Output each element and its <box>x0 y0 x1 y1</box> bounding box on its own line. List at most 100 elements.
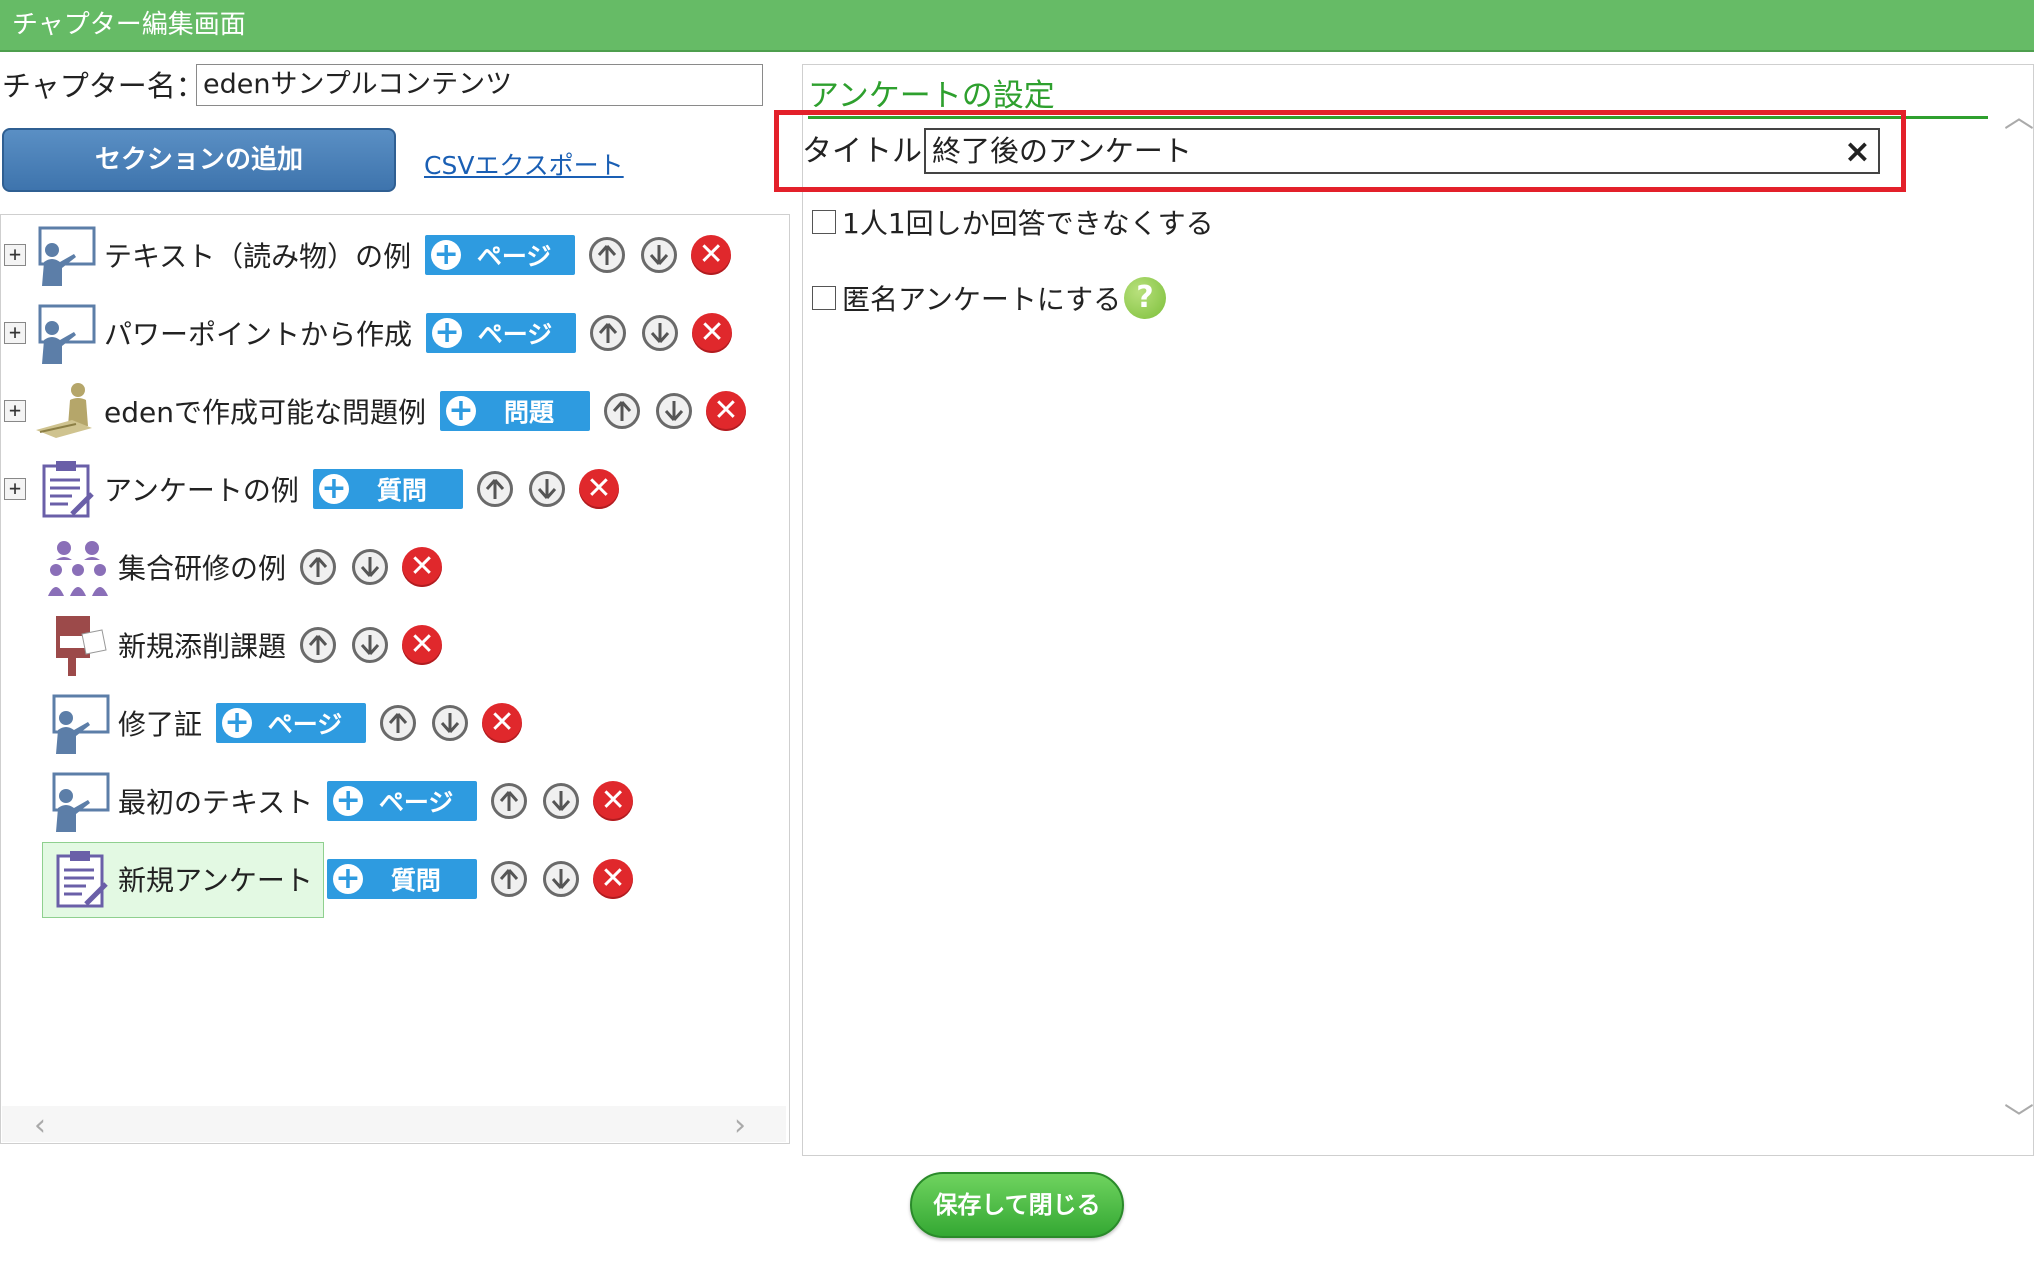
move-down-button[interactable] <box>542 861 579 897</box>
move-up-button[interactable] <box>603 393 640 429</box>
plus-icon: + <box>318 474 349 504</box>
move-down-button[interactable] <box>352 549 389 585</box>
plus-icon: + <box>332 864 363 894</box>
tree-item[interactable]: + アンケートの例 + 質問 ✕ <box>4 458 619 520</box>
arrow-up-icon <box>612 401 632 421</box>
move-down-button[interactable] <box>655 393 692 429</box>
close-icon: ✕ <box>409 627 435 662</box>
add-question-button[interactable]: + 質問 <box>326 859 477 899</box>
presentation-icon <box>52 772 110 832</box>
move-down-button[interactable] <box>352 627 389 663</box>
presentation-icon <box>38 226 96 286</box>
expand-icon[interactable]: + <box>4 400 26 422</box>
delete-button[interactable]: ✕ <box>592 859 633 899</box>
delete-button[interactable]: ✕ <box>593 781 634 821</box>
move-down-button[interactable] <box>641 237 678 273</box>
save-and-close-button[interactable]: 保存して閉じる <box>910 1172 1124 1238</box>
expand-icon[interactable]: + <box>4 478 26 500</box>
anonymous-checkbox[interactable] <box>812 286 836 310</box>
delete-button[interactable]: ✕ <box>578 469 619 509</box>
arrow-up-icon <box>598 323 618 343</box>
window-title-bar: チャプター編集画面 <box>0 0 2034 52</box>
close-icon: ✕ <box>586 471 612 506</box>
tree-item[interactable]: 集合研修の例 ✕ <box>46 536 443 598</box>
tree-item[interactable]: 新規添削課題 ✕ <box>46 614 443 676</box>
survey-title-input[interactable]: 終了後のアンケート <box>924 128 1880 174</box>
chapter-name-label: チャプター名： <box>2 69 205 103</box>
add-page-button[interactable]: + ページ <box>425 235 576 275</box>
delete-button[interactable]: ✕ <box>402 547 443 587</box>
title-label: タイトル: <box>802 134 933 169</box>
arrow-down-icon <box>650 245 669 265</box>
csv-export-link[interactable]: CSVエクスポート <box>424 146 624 182</box>
tree-item-label: パワーポイントから作成 <box>104 318 413 351</box>
delete-button[interactable]: ✕ <box>691 235 732 275</box>
delete-button[interactable]: ✕ <box>692 313 733 353</box>
arrow-down-icon <box>360 635 380 655</box>
close-icon: ✕ <box>713 393 739 428</box>
move-up-button[interactable] <box>300 627 337 663</box>
tree-item-selected[interactable]: 新規アンケート + 質問 ✕ <box>46 848 633 910</box>
arrow-up-icon <box>485 479 505 499</box>
tree-item[interactable]: + edenで作成可能な問題例 + 問題 ✕ <box>4 380 746 442</box>
delete-button[interactable]: ✕ <box>482 703 523 743</box>
horizontal-scrollbar[interactable] <box>2 1106 786 1142</box>
tree-item[interactable]: 最初のテキスト + ページ ✕ <box>46 770 634 832</box>
group-training-icon <box>48 541 108 596</box>
close-icon: ✕ <box>600 861 626 896</box>
move-up-button[interactable] <box>490 861 527 897</box>
scroll-left-icon[interactable]: ‹ <box>34 1108 46 1143</box>
scroll-right-icon[interactable]: › <box>734 1108 746 1143</box>
tree-item-label: 最初のテキスト <box>118 786 314 819</box>
move-up-button[interactable] <box>380 705 417 741</box>
arrow-up-icon <box>308 635 328 655</box>
move-down-button[interactable] <box>543 783 580 819</box>
scroll-down-icon[interactable]: ﹀ <box>2004 1094 2034 1138</box>
test-taker-icon <box>36 383 92 438</box>
add-page-button[interactable]: + ページ <box>327 781 478 821</box>
add-section-button[interactable]: セクションの追加 <box>2 128 396 192</box>
delete-button[interactable]: ✕ <box>705 391 746 431</box>
add-page-button[interactable]: + ページ <box>216 703 367 743</box>
scroll-up-icon[interactable]: ︿ <box>2004 92 2034 136</box>
arrow-up-icon <box>598 245 617 265</box>
add-question-button[interactable]: + 質問 <box>312 469 463 509</box>
window-title: チャプター編集画面 <box>12 10 246 40</box>
close-icon: ✕ <box>698 237 724 272</box>
expand-icon[interactable]: + <box>4 322 26 344</box>
arrow-down-icon <box>552 791 571 811</box>
chapter-name-input[interactable]: edenサンプルコンテンツ <box>196 64 763 106</box>
move-up-button[interactable] <box>590 315 627 351</box>
move-down-button[interactable] <box>432 705 469 741</box>
add-page-button[interactable]: + ページ <box>426 313 577 353</box>
tree-item-label: アンケートの例 <box>104 474 299 507</box>
tree-item[interactable]: + テキスト（読み物）の例 + ページ ✕ <box>4 224 732 286</box>
tree-item[interactable]: + パワーポイントから作成 + ページ ✕ <box>4 302 733 364</box>
survey-icon <box>56 851 108 908</box>
presentation-icon <box>38 304 96 364</box>
plus-icon: + <box>333 786 364 816</box>
plus-icon: + <box>445 396 476 426</box>
close-icon: ✕ <box>409 549 435 584</box>
one-response-checkbox[interactable] <box>812 210 836 234</box>
delete-button[interactable]: ✕ <box>402 625 443 665</box>
move-up-button[interactable] <box>300 549 337 585</box>
tree-item-label: 集合研修の例 <box>118 552 287 585</box>
one-response-label: 1人1回しか回答できなくする <box>842 207 1214 240</box>
move-up-button[interactable] <box>476 471 513 507</box>
tree-item[interactable]: 修了証 + ページ ✕ <box>46 692 523 754</box>
close-icon: ✕ <box>489 705 515 740</box>
presentation-icon <box>52 694 110 754</box>
clear-icon[interactable]: × <box>1844 130 1871 172</box>
move-up-button[interactable] <box>491 783 528 819</box>
move-down-button[interactable] <box>528 471 565 507</box>
help-icon[interactable]: ? <box>1124 277 1166 319</box>
arrow-down-icon <box>664 401 684 421</box>
arrow-up-icon <box>388 713 408 733</box>
expand-icon[interactable]: + <box>4 244 26 266</box>
move-up-button[interactable] <box>589 237 626 273</box>
tree-item-label: テキスト（読み物）の例 <box>104 240 412 273</box>
move-down-button[interactable] <box>642 315 679 351</box>
arrow-down-icon <box>440 713 460 733</box>
add-question-button[interactable]: + 問題 <box>439 391 590 431</box>
